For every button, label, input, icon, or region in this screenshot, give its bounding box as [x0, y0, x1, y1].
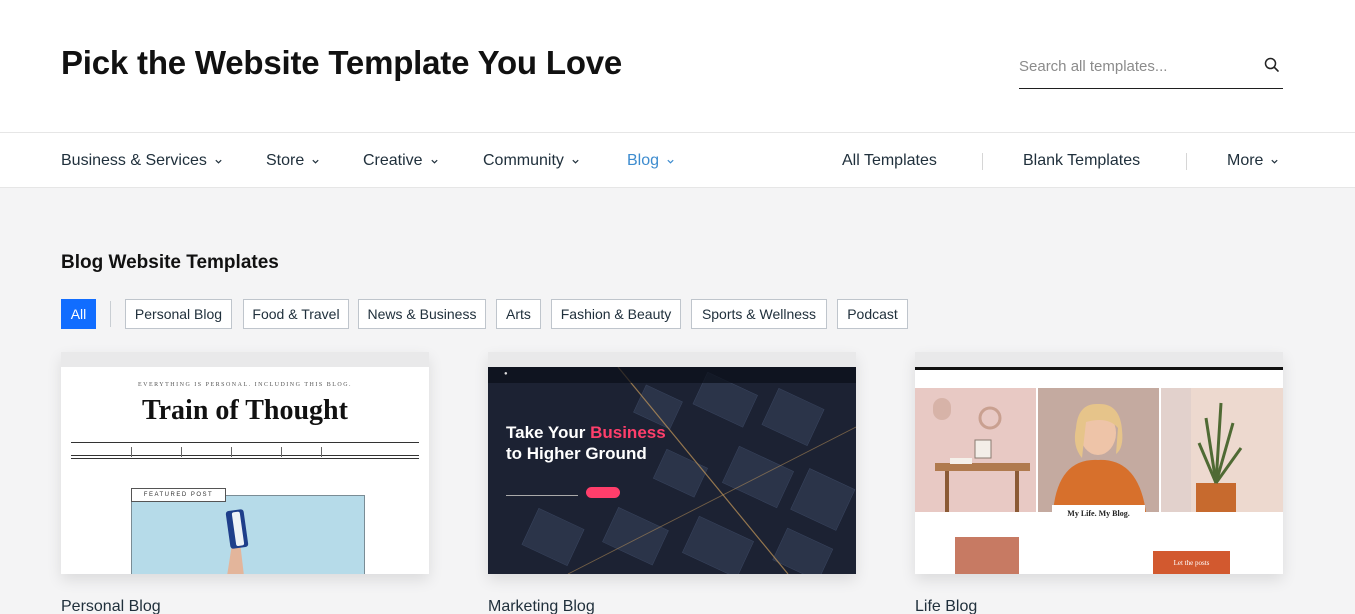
chevron-down-icon: [215, 159, 222, 164]
template-name[interactable]: Personal Blog: [61, 598, 161, 614]
filter-sports-wellness[interactable]: Sports & Wellness: [691, 299, 827, 329]
preview-header: ●: [488, 367, 856, 383]
preview-logo: ●: [504, 371, 508, 377]
chevron-down-icon: [667, 159, 674, 164]
headline-highlight: Business: [590, 423, 666, 442]
template-name[interactable]: Marketing Blog: [488, 598, 595, 614]
nav-label: More: [1227, 152, 1264, 169]
filter-food-travel[interactable]: Food & Travel: [243, 299, 349, 329]
nav-divider: [982, 153, 983, 170]
nav-store[interactable]: Store: [266, 152, 320, 170]
nav-blog[interactable]: Blog: [627, 152, 675, 170]
headline-part: Take Your: [506, 423, 591, 442]
preview-image: [131, 495, 365, 574]
nav-label: Creative: [363, 152, 423, 169]
filter-news-business[interactable]: News & Business: [358, 299, 486, 329]
preview-photo-portrait: [1038, 388, 1159, 512]
nav-label: All Templates: [842, 152, 937, 169]
preview-divider: [71, 458, 419, 459]
nav-community[interactable]: Community: [483, 152, 580, 170]
filter-all[interactable]: All: [61, 299, 96, 329]
search-box: [1019, 50, 1283, 89]
template-preview: My Life. My Blog. Let the posts: [915, 367, 1283, 574]
filter-personal-blog[interactable]: Personal Blog: [125, 299, 232, 329]
section-title: Blog Website Templates: [61, 252, 279, 273]
page-header: Pick the Website Template You Love: [0, 0, 1355, 132]
template-preview: EVERYTHING IS PERSONAL. INCLUDING THIS B…: [61, 367, 429, 574]
preview-headline: Train of Thought: [142, 395, 348, 426]
template-preview: ● Take Your Business to Higher Ground: [488, 367, 856, 574]
search-icon[interactable]: [1263, 56, 1281, 74]
nav-label: Business & Services: [61, 152, 207, 169]
preview-menu: [71, 442, 419, 457]
chevron-down-icon: [1271, 159, 1279, 164]
nav-label: Store: [266, 152, 305, 169]
preview-photo-desk: [915, 388, 1036, 512]
preview-cta-button: [586, 487, 620, 498]
preview-headline: Take Your Business to Higher Ground: [506, 422, 666, 464]
filter-divider: [110, 301, 111, 327]
nav-blank-templates[interactable]: Blank Templates: [1023, 152, 1140, 170]
preview-post-image: [955, 537, 1019, 574]
template-thumbnail[interactable]: EVERYTHING IS PERSONAL. INCLUDING THIS B…: [61, 352, 429, 574]
headline-part: to Higher Ground: [506, 444, 647, 463]
nav-divider: [1186, 153, 1187, 170]
chevron-down-icon: [572, 159, 579, 164]
page-title: Pick the Website Template You Love: [61, 44, 623, 81]
nav-creative[interactable]: Creative: [363, 152, 439, 170]
search-input[interactable]: [1019, 53, 1249, 79]
preview-overlay-title: My Life. My Blog.: [1052, 505, 1145, 522]
preview-header: [915, 367, 1283, 387]
template-thumbnail[interactable]: ● Take Your Business to Higher Ground: [488, 352, 856, 574]
category-nav: Business & Services Store Creative Commu…: [0, 132, 1355, 188]
nav-all-templates[interactable]: All Templates: [842, 152, 937, 170]
template-name[interactable]: Life Blog: [915, 598, 977, 614]
preview-input: [506, 486, 578, 496]
nav-label: Community: [483, 152, 564, 169]
nav-more[interactable]: More: [1227, 152, 1279, 170]
preview-photo-plant: [1161, 388, 1283, 512]
nav-business-services[interactable]: Business & Services: [61, 152, 223, 170]
template-thumbnail[interactable]: My Life. My Blog. Let the posts: [915, 352, 1283, 574]
chevron-down-icon: [312, 159, 319, 164]
chevron-down-icon: [430, 159, 438, 164]
featured-badge: FEATURED POST: [131, 488, 226, 502]
filter-podcast[interactable]: Podcast: [837, 299, 908, 329]
nav-label: Blog: [627, 152, 660, 169]
preview-tagline: EVERYTHING IS PERSONAL. INCLUDING THIS B…: [137, 382, 353, 388]
filter-fashion-beauty[interactable]: Fashion & Beauty: [551, 299, 681, 329]
city-aerial-image: [488, 367, 856, 574]
filter-arts[interactable]: Arts: [496, 299, 541, 329]
nav-label: Blank Templates: [1023, 152, 1141, 169]
preview-button: Let the posts: [1153, 551, 1230, 574]
